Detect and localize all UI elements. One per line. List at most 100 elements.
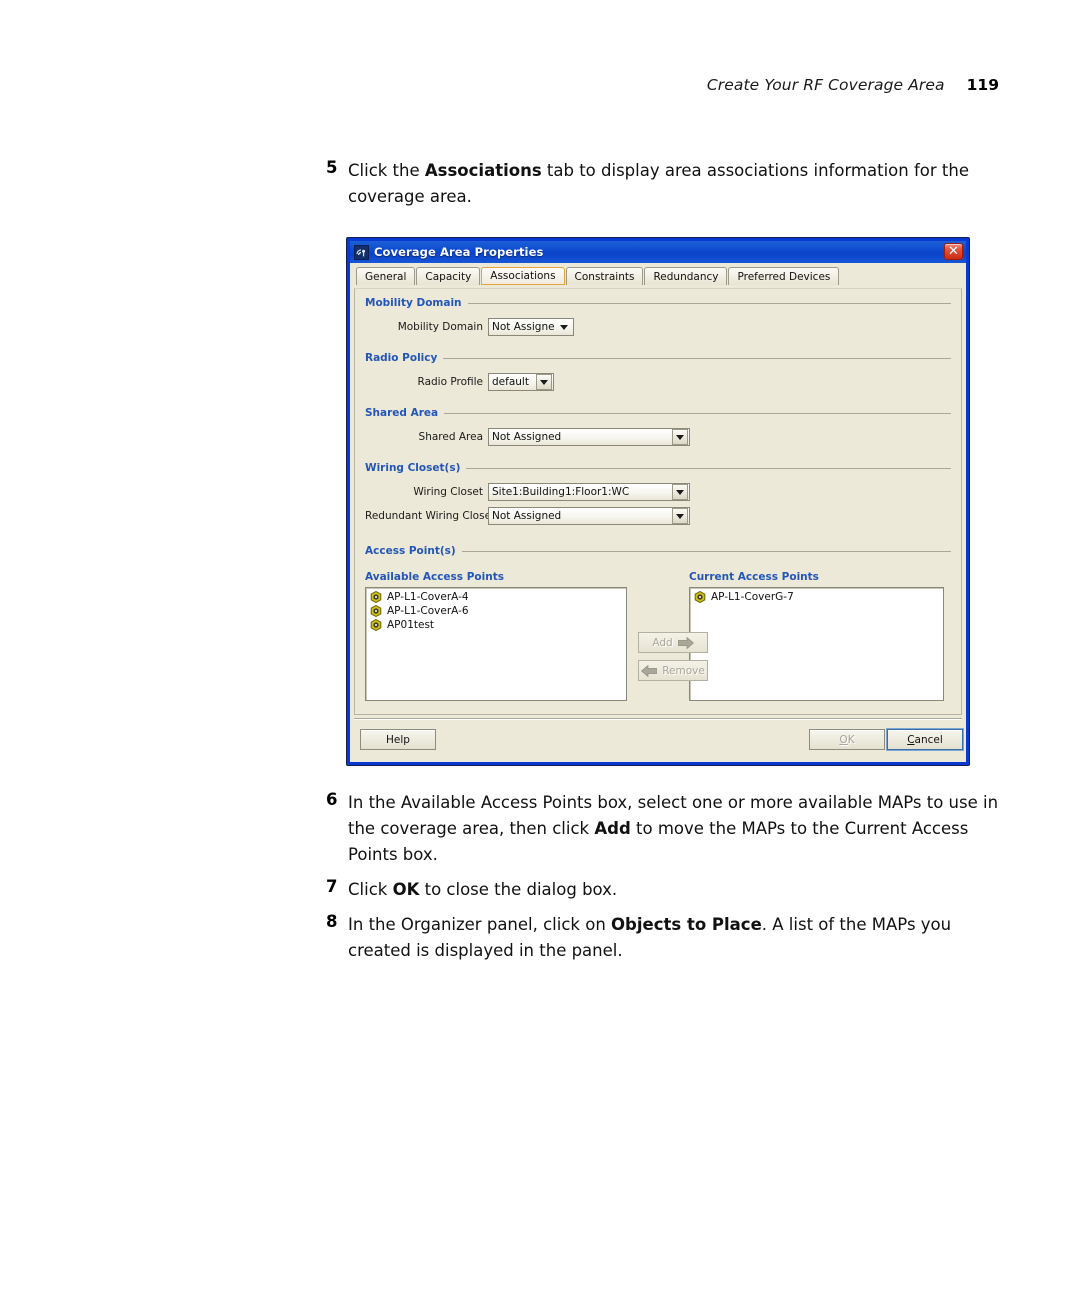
access-point-icon: [370, 618, 382, 632]
shared-area-select[interactable]: Not Assigned: [488, 428, 690, 446]
tab-preferred-devices[interactable]: Preferred Devices: [728, 267, 840, 285]
group-mobility-domain: Mobility Domain Mobility Domain Not Assi…: [365, 297, 951, 336]
group-wiring-closets: Wiring Closet(s) Wiring Closet Site1:Bui…: [365, 462, 951, 525]
available-ap-list-item[interactable]: AP-L1-CoverA-4: [366, 590, 626, 604]
step-text: Click OK to close the dialog box.: [348, 877, 1008, 903]
chevron-down-icon: [560, 324, 568, 330]
arrow-left-icon: [641, 664, 658, 677]
plain-text: In the Organizer panel, click on: [348, 915, 612, 934]
step-item-6: 6 In the Available Access Points box, se…: [326, 790, 1008, 868]
group-rule: [466, 467, 951, 469]
coverage-area-properties-dialog: Coverage Area Properties ✕ General Capac…: [347, 238, 969, 765]
available-access-points-listbox[interactable]: AP-L1-CoverA-4 AP-L1-CoverA-6 AP01test: [365, 587, 627, 701]
group-title: Shared Area: [365, 407, 439, 419]
group-rule: [461, 550, 951, 552]
mobility-domain-select[interactable]: Not Assigned: [488, 318, 574, 336]
wireless-ap-icon: [354, 244, 369, 260]
available-ap-list-item[interactable]: AP01test: [366, 618, 626, 632]
step-item-8: 8 In the Organizer panel, click on Objec…: [326, 912, 1008, 964]
dialog-titlebar[interactable]: Coverage Area Properties ✕: [350, 241, 966, 263]
cancel-rest: ancel: [914, 733, 943, 746]
emphasis-text: Add: [594, 819, 631, 838]
help-button[interactable]: Help: [360, 729, 436, 750]
group-header: Wiring Closet(s): [365, 462, 951, 474]
current-access-points-listbox[interactable]: AP-L1-CoverG-7: [689, 587, 944, 701]
shared-area-value: Not Assigned: [492, 431, 562, 443]
list-item-label: AP-L1-CoverA-6: [387, 605, 469, 617]
field-label: Radio Profile: [417, 376, 484, 388]
close-icon[interactable]: ✕: [944, 243, 963, 260]
step-number: 5: [326, 158, 338, 177]
list-item-label: AP-L1-CoverA-4: [387, 591, 469, 603]
dropdown-button[interactable]: [672, 429, 688, 445]
add-button-label: Add: [652, 636, 673, 649]
field-label: Redundant Wiring Closet: [365, 510, 496, 522]
dropdown-button[interactable]: [672, 484, 688, 500]
group-header: Shared Area: [365, 407, 951, 419]
associations-tab-panel: Mobility Domain Mobility Domain Not Assi…: [354, 288, 962, 715]
tab-capacity[interactable]: Capacity: [416, 267, 481, 285]
header-title: Create Your RF Coverage Area: [706, 76, 945, 94]
tab-redundancy[interactable]: Redundancy: [644, 267, 728, 285]
dialog-title: Coverage Area Properties: [374, 245, 544, 259]
field-shared-area: Shared Area Not Assigned: [365, 428, 951, 446]
field-label: Wiring Closet: [413, 486, 483, 498]
step-number: 8: [326, 912, 338, 931]
access-point-icon: [370, 604, 382, 618]
ok-rest: K: [847, 733, 855, 746]
ok-mnemonic: O: [839, 733, 848, 746]
current-access-points-label: Current Access Points: [689, 571, 819, 583]
group-shared-area: Shared Area Shared Area Not Assigned: [365, 407, 951, 446]
ok-button[interactable]: OK: [809, 729, 885, 750]
chevron-down-icon: [676, 513, 684, 519]
cancel-mnemonic: C: [907, 733, 915, 746]
available-access-points-label: Available Access Points: [365, 571, 504, 583]
page-number: 119: [966, 76, 999, 94]
radio-profile-select[interactable]: default: [488, 373, 554, 391]
dialog-footer: Help OK Cancel: [354, 718, 963, 759]
field-mobility-domain: Mobility Domain Not Assigned: [365, 318, 951, 336]
available-ap-list-item[interactable]: AP-L1-CoverA-6: [366, 604, 626, 618]
group-header: Radio Policy: [365, 352, 951, 364]
redundant-wiring-closet-value: Not Assigned: [492, 510, 562, 522]
tab-bar: General Capacity Associations Constraint…: [350, 263, 966, 285]
emphasis-text: Associations: [424, 161, 542, 180]
group-rule: [443, 357, 951, 359]
tab-associations[interactable]: Associations: [481, 267, 565, 285]
running-header: Create Your RF Coverage Area 119: [707, 76, 999, 94]
access-point-icon: [694, 590, 706, 604]
document-page: Create Your RF Coverage Area 119 5 Click…: [0, 0, 1080, 1296]
current-ap-list-item[interactable]: AP-L1-CoverG-7: [690, 590, 943, 604]
step-number: 7: [326, 877, 338, 896]
wiring-closet-value: Site1:Building1:Floor1:WC: [492, 486, 630, 498]
remove-button-label: Remove: [662, 664, 705, 677]
tab-general[interactable]: General: [356, 267, 416, 285]
group-header: Mobility Domain: [365, 297, 951, 309]
group-title: Access Point(s): [365, 545, 456, 557]
group-rule: [444, 412, 951, 414]
group-access-points: Access Point(s): [365, 545, 951, 557]
redundant-wiring-closet-select[interactable]: Not Assigned: [488, 507, 690, 525]
group-rule: [467, 302, 951, 304]
access-point-icon: [370, 590, 382, 604]
step-text: In the Available Access Points box, sele…: [348, 790, 1008, 868]
tab-constraints[interactable]: Constraints: [565, 267, 644, 285]
wiring-closet-select[interactable]: Site1:Building1:Floor1:WC: [488, 483, 690, 501]
field-radio-profile: Radio Profile default: [365, 373, 951, 391]
group-title: Radio Policy: [365, 352, 438, 364]
plain-text: to close the dialog box.: [419, 880, 618, 899]
field-redundant-wiring-closet: Redundant Wiring Closet Not Assigned: [365, 507, 951, 525]
emphasis-text: OK: [392, 880, 420, 899]
remove-button[interactable]: Remove: [638, 660, 708, 681]
add-button[interactable]: Add: [638, 632, 708, 653]
arrow-right-icon: [677, 636, 694, 649]
chevron-down-icon: [676, 489, 684, 495]
list-item-label: AP01test: [387, 619, 435, 631]
cancel-button[interactable]: Cancel: [887, 729, 963, 750]
radio-profile-value: default: [492, 376, 529, 388]
dropdown-button[interactable]: [536, 374, 552, 390]
chevron-down-icon: [676, 434, 684, 440]
group-title: Mobility Domain: [365, 297, 462, 309]
plain-text: Click the: [348, 161, 425, 180]
dropdown-button[interactable]: [672, 508, 688, 524]
